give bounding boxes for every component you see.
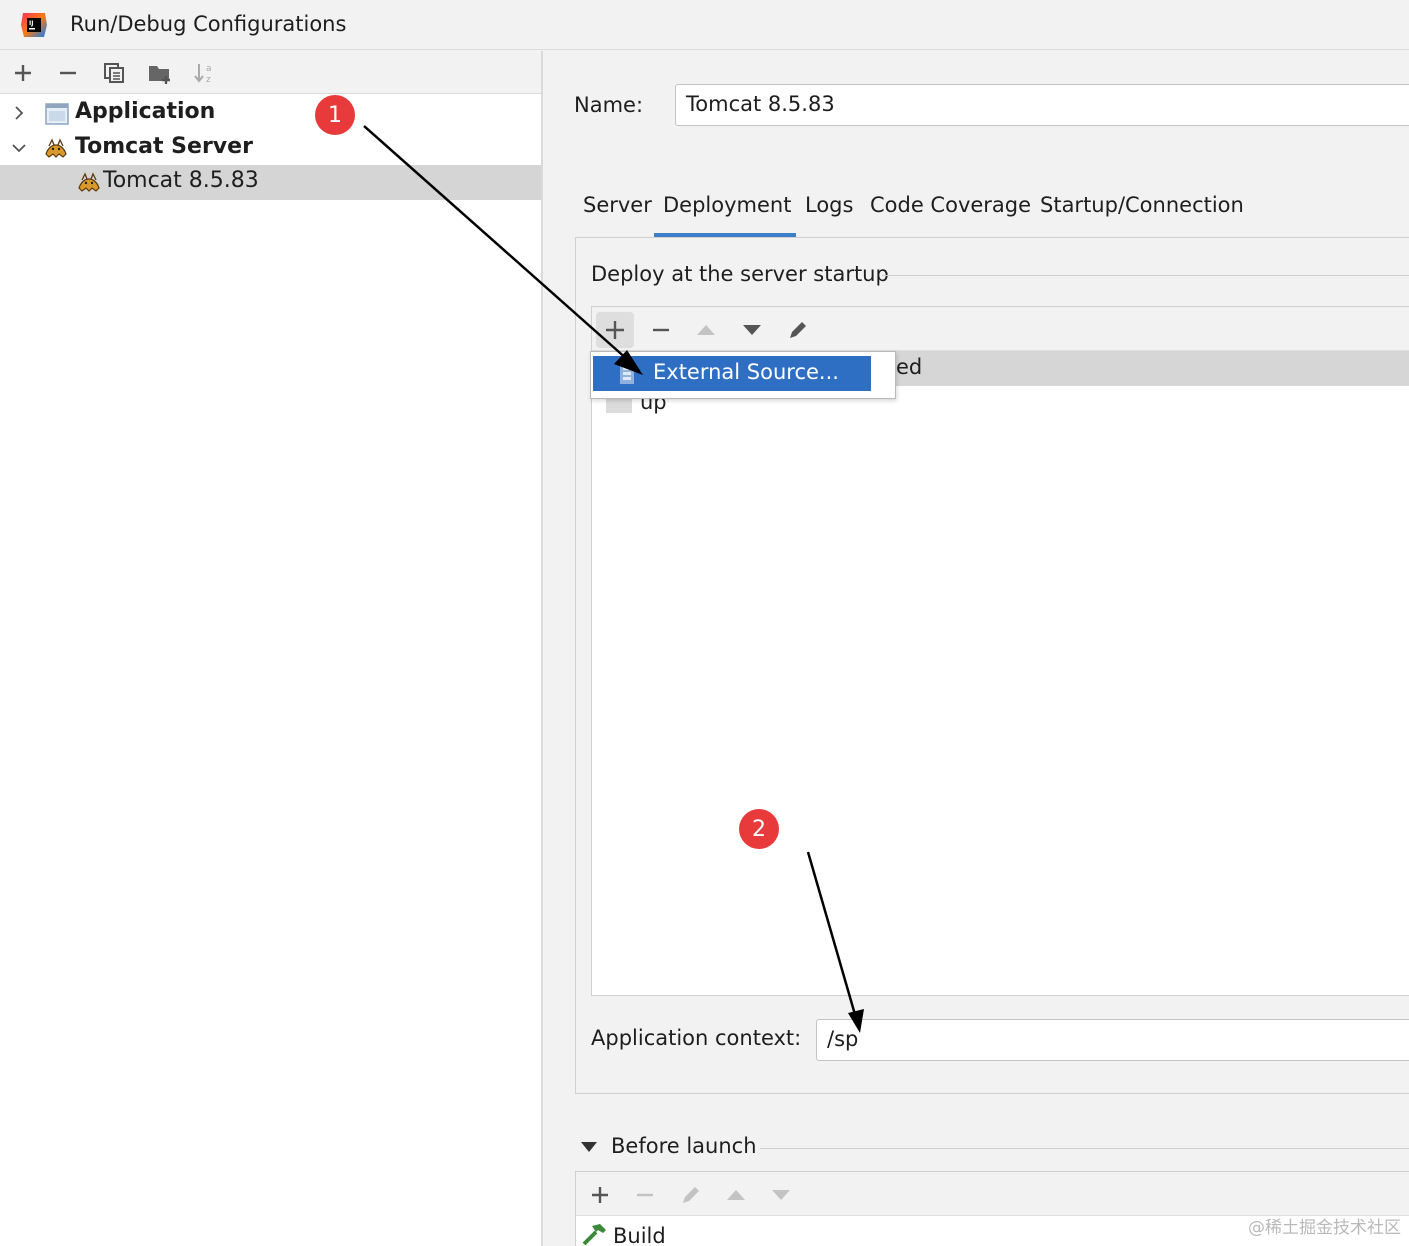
remove-deployment-button[interactable] bbox=[642, 312, 680, 348]
copy-configuration-button[interactable] bbox=[99, 58, 129, 88]
external-source-icon bbox=[620, 364, 634, 384]
window-title: Run/Debug Configurations bbox=[70, 12, 347, 36]
sort-button[interactable]: az bbox=[190, 58, 220, 88]
move-task-down-button[interactable] bbox=[762, 1177, 800, 1213]
tab-logs[interactable]: Logs bbox=[805, 193, 853, 217]
pencil-icon bbox=[790, 322, 806, 338]
add-deployment-button[interactable] bbox=[596, 312, 634, 348]
tree-item-label: Tomcat Server bbox=[75, 134, 253, 159]
svg-text:a: a bbox=[206, 64, 212, 74]
minus-icon bbox=[637, 1193, 653, 1197]
remove-configuration-button[interactable] bbox=[53, 58, 83, 88]
add-deployment-popup: External Source... bbox=[590, 351, 896, 399]
triangle-down-icon bbox=[772, 1190, 790, 1200]
plus-icon bbox=[592, 1187, 608, 1203]
collapse-arrow-icon[interactable] bbox=[581, 1142, 597, 1152]
move-task-up-button[interactable] bbox=[717, 1177, 755, 1213]
watermark: @稀土掘金技术社区 bbox=[1248, 1218, 1401, 1238]
tab-startup-connection[interactable]: Startup/Connection bbox=[1040, 193, 1244, 217]
tree-item-tomcat-8583[interactable]: Tomcat 8.5.83 bbox=[0, 165, 541, 200]
add-task-button[interactable] bbox=[581, 1177, 619, 1213]
triangle-up-icon bbox=[697, 325, 715, 335]
edit-task-button[interactable] bbox=[672, 1177, 710, 1213]
section-divider bbox=[760, 1148, 1409, 1149]
move-up-button[interactable] bbox=[687, 312, 725, 348]
plus-icon bbox=[606, 321, 624, 339]
triangle-down-icon bbox=[743, 325, 761, 335]
annotation-badge-1: 1 bbox=[315, 95, 355, 135]
deploy-section-title: Deploy at the server startup bbox=[591, 262, 889, 286]
move-into-folder-button[interactable] bbox=[145, 58, 175, 88]
title-bar: IJ Run/Debug Configurations bbox=[0, 0, 1409, 50]
tab-deployment[interactable]: Deployment bbox=[663, 193, 791, 217]
tomcat-icon bbox=[45, 138, 67, 158]
minus-icon bbox=[60, 71, 76, 75]
build-task-label[interactable]: Build bbox=[613, 1224, 666, 1246]
deployment-list[interactable]: ed up bbox=[591, 306, 1409, 996]
move-down-button[interactable] bbox=[733, 312, 771, 348]
tree-item-tomcat-server[interactable]: Tomcat Server bbox=[0, 131, 541, 166]
folder-add-icon bbox=[149, 66, 170, 84]
tree-toolbar: az bbox=[0, 51, 541, 94]
chevron-right-icon[interactable] bbox=[10, 104, 28, 122]
build-hammer-icon bbox=[582, 1224, 606, 1246]
intellij-logo-icon: IJ bbox=[21, 13, 47, 37]
application-context-input[interactable]: /sp bbox=[816, 1019, 1409, 1061]
menu-item-label: External Source... bbox=[653, 360, 839, 384]
deployment-toolbar bbox=[592, 307, 1409, 351]
tree-item-label: Tomcat 8.5.83 bbox=[103, 168, 259, 193]
name-input[interactable]: Tomcat 8.5.83 bbox=[675, 84, 1409, 126]
remove-task-button[interactable] bbox=[626, 1177, 664, 1213]
application-context-label: Application context: bbox=[591, 1026, 802, 1050]
copy-icon bbox=[104, 63, 124, 83]
add-configuration-button[interactable] bbox=[8, 58, 38, 88]
chevron-down-icon[interactable] bbox=[10, 139, 28, 157]
external-source-menu-item[interactable]: External Source... bbox=[593, 356, 871, 391]
annotation-badge-2: 2 bbox=[739, 809, 779, 849]
tomcat-icon bbox=[78, 172, 100, 192]
section-divider bbox=[882, 275, 1409, 276]
tree-item-label: Application bbox=[75, 99, 216, 124]
name-label: Name: bbox=[574, 93, 644, 117]
tab-server[interactable]: Server bbox=[583, 193, 652, 217]
minus-icon bbox=[653, 328, 669, 332]
before-launch-toolbar bbox=[576, 1172, 1409, 1216]
before-launch-title[interactable]: Before launch bbox=[611, 1134, 757, 1158]
plus-icon bbox=[15, 65, 31, 81]
tab-code-coverage[interactable]: Code Coverage bbox=[870, 193, 1031, 217]
application-icon bbox=[45, 103, 69, 125]
configuration-editor: Name: Tomcat 8.5.83 Server Deployment Lo… bbox=[545, 51, 1409, 1246]
pencil-icon bbox=[683, 1187, 699, 1203]
configurations-tree-panel: az Application Tomcat Server Tomcat 8.5.… bbox=[0, 51, 543, 1246]
triangle-up-icon bbox=[727, 1190, 745, 1200]
tree-item-application[interactable]: Application bbox=[0, 96, 541, 131]
svg-text:z: z bbox=[206, 75, 211, 85]
svg-text:IJ: IJ bbox=[29, 20, 33, 27]
edit-deployment-button[interactable] bbox=[779, 312, 817, 348]
sort-alphabetically-icon: az bbox=[194, 64, 212, 85]
list-item-label: ed bbox=[896, 355, 923, 379]
